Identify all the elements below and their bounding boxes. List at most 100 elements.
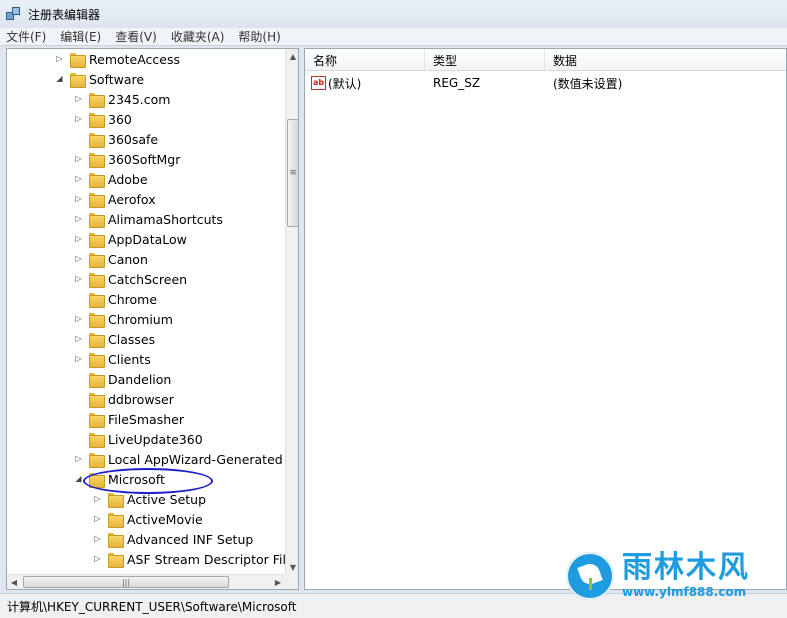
scroll-left-arrow-icon[interactable]: ◀ — [7, 575, 21, 589]
folder-icon — [108, 492, 124, 508]
hscroll-thumb[interactable]: ||| — [23, 576, 229, 588]
tree-item-360[interactable]: ▷ 360 — [74, 109, 132, 129]
expand-arrow-icon[interactable]: ▷ — [74, 335, 83, 344]
expand-arrow-icon[interactable]: ▷ — [74, 235, 83, 244]
folder-icon — [89, 392, 105, 408]
expand-arrow-icon[interactable]: ▷ — [74, 355, 83, 364]
folder-icon — [89, 432, 105, 448]
tree-item-label: Canon — [108, 251, 148, 267]
registry-editor-icon — [6, 6, 22, 22]
menu-bar: 文件(F) 编辑(E) 查看(V) 收藏夹(A) 帮助(H) — [0, 28, 787, 46]
tree-item-label: 360SoftMgr — [108, 151, 181, 167]
tree-item-adobe[interactable]: ▷ Adobe — [74, 169, 148, 189]
tree-item-label: 2345.com — [108, 91, 171, 107]
menu-view[interactable]: 查看(V) — [115, 28, 157, 45]
value-data: (数值未设置) — [553, 76, 623, 91]
values-list-pane: 名称 类型 数据 ab (默认) REG_SZ (数值未设置) — [304, 48, 787, 590]
scroll-thumb[interactable]: ≡ — [287, 119, 298, 227]
tree-item-label: ActiveMovie — [127, 511, 203, 527]
expand-arrow-icon[interactable]: ▷ — [74, 455, 83, 464]
tree-item-label: CatchScreen — [108, 271, 188, 287]
menu-edit[interactable]: 编辑(E) — [60, 28, 101, 45]
tree-item-ddbrowser[interactable]: ddbrowser — [74, 389, 174, 409]
list-item[interactable]: ab (默认) REG_SZ (数值未设置) — [305, 73, 786, 93]
expand-arrow-icon[interactable]: ▷ — [74, 315, 83, 324]
expand-arrow-icon[interactable]: ▷ — [74, 115, 83, 124]
tree-item-aerofox[interactable]: ▷ Aerofox — [74, 189, 156, 209]
tree-item-label: Local AppWizard-Generated A — [108, 451, 285, 467]
menu-file[interactable]: 文件(F) — [6, 28, 46, 45]
expand-arrow-icon[interactable]: ▷ — [55, 55, 64, 64]
column-header-name[interactable]: 名称 — [305, 49, 425, 71]
tree-item-local-appwizard-generated-a[interactable]: ▷ Local AppWizard-Generated A — [74, 449, 285, 469]
tree-item-label: AlimamaShortcuts — [108, 211, 223, 227]
tree-vertical-scrollbar[interactable]: ▲ ≡ ▼ — [285, 49, 298, 574]
folder-icon — [108, 552, 124, 568]
tree-item-label: Chrome — [108, 291, 158, 307]
scroll-right-arrow-icon[interactable]: ▶ — [271, 575, 285, 589]
tree-item-filesmasher[interactable]: FileSmasher — [74, 409, 184, 429]
tree-item-alimamashortcuts[interactable]: ▷ AlimamaShortcuts — [74, 209, 223, 229]
watermark-name: 雨林木风 — [622, 550, 750, 585]
registry-tree: ▷ RemoteAccess ◢ Software ▷ 2345.com ▷ 360 360sa… — [7, 49, 285, 574]
tree-item-chromium[interactable]: ▷ Chromium — [74, 309, 173, 329]
tree-item-software[interactable]: ◢ Software — [55, 69, 144, 89]
tree-item-2345-com[interactable]: ▷ 2345.com — [74, 89, 170, 109]
tree-item-chrome[interactable]: Chrome — [74, 289, 157, 309]
expand-arrow-icon[interactable]: ▷ — [74, 215, 83, 224]
folder-icon — [89, 412, 105, 428]
column-header-data[interactable]: 数据 — [545, 49, 786, 71]
list-header: 名称 类型 数据 — [305, 49, 786, 71]
tree-item-label: 360safe — [108, 131, 159, 147]
ylmf-logo-icon — [566, 552, 614, 600]
expand-arrow-icon[interactable]: ▷ — [74, 155, 83, 164]
status-path: 计算机\HKEY_CURRENT_USER\Software\Microsoft — [7, 599, 297, 614]
folder-icon — [89, 272, 105, 288]
value-type: REG_SZ — [433, 76, 481, 90]
tree-item-remoteaccess[interactable]: ▷ RemoteAccess — [55, 49, 180, 69]
expand-arrow-icon[interactable]: ▷ — [93, 535, 102, 544]
tree-item-appdatalow[interactable]: ▷ AppDataLow — [74, 229, 187, 249]
tree-horizontal-scrollbar[interactable]: ◀ ||| ▶ — [7, 574, 285, 589]
tree-item-advanced-inf-setup[interactable]: ▷ Advanced INF Setup — [93, 529, 253, 549]
scroll-down-arrow-icon[interactable]: ▼ — [286, 560, 298, 574]
value-name: (默认) — [328, 76, 362, 91]
tree-connector — [74, 135, 83, 144]
tree-item-360safe[interactable]: 360safe — [74, 129, 158, 149]
tree-item-label: Clients — [108, 351, 151, 367]
tree-connector — [74, 415, 83, 424]
title-bar: 注册表编辑器 — [0, 0, 787, 28]
tree-connector — [74, 375, 83, 384]
menu-help[interactable]: 帮助(H) — [238, 28, 280, 45]
tree-item-label: Adobe — [108, 171, 148, 187]
expand-arrow-icon[interactable]: ▷ — [93, 515, 102, 524]
collapse-arrow-icon[interactable]: ◢ — [74, 475, 83, 484]
expand-arrow-icon[interactable]: ▷ — [74, 275, 83, 284]
expand-arrow-icon[interactable]: ▷ — [74, 175, 83, 184]
folder-icon — [89, 112, 105, 128]
collapse-arrow-icon[interactable]: ◢ — [55, 75, 64, 84]
folder-icon — [89, 452, 105, 468]
tree-item-label: 360 — [108, 111, 132, 127]
tree-item-360softmgr[interactable]: ▷ 360SoftMgr — [74, 149, 180, 169]
tree-item-activemovie[interactable]: ▷ ActiveMovie — [93, 509, 203, 529]
expand-arrow-icon[interactable]: ▷ — [74, 255, 83, 264]
tree-item-canon[interactable]: ▷ Canon — [74, 249, 148, 269]
expand-arrow-icon[interactable]: ▷ — [74, 195, 83, 204]
folder-icon — [89, 192, 105, 208]
tree-item-clients[interactable]: ▷ Clients — [74, 349, 151, 369]
folder-icon — [89, 212, 105, 228]
scroll-up-arrow-icon[interactable]: ▲ — [286, 49, 298, 63]
column-header-type[interactable]: 类型 — [425, 49, 545, 71]
expand-arrow-icon[interactable]: ▷ — [93, 555, 102, 564]
tree-item-classes[interactable]: ▷ Classes — [74, 329, 155, 349]
tree-item-catchscreen[interactable]: ▷ CatchScreen — [74, 269, 187, 289]
folder-icon — [89, 252, 105, 268]
expand-arrow-icon[interactable]: ▷ — [93, 495, 102, 504]
folder-icon — [108, 532, 124, 548]
tree-item-dandelion[interactable]: Dandelion — [74, 369, 171, 389]
tree-item-asf-stream-descriptor-file[interactable]: ▷ ASF Stream Descriptor File — [93, 549, 285, 569]
expand-arrow-icon[interactable]: ▷ — [74, 95, 83, 104]
menu-favorites[interactable]: 收藏夹(A) — [171, 28, 225, 45]
tree-item-liveupdate360[interactable]: LiveUpdate360 — [74, 429, 203, 449]
